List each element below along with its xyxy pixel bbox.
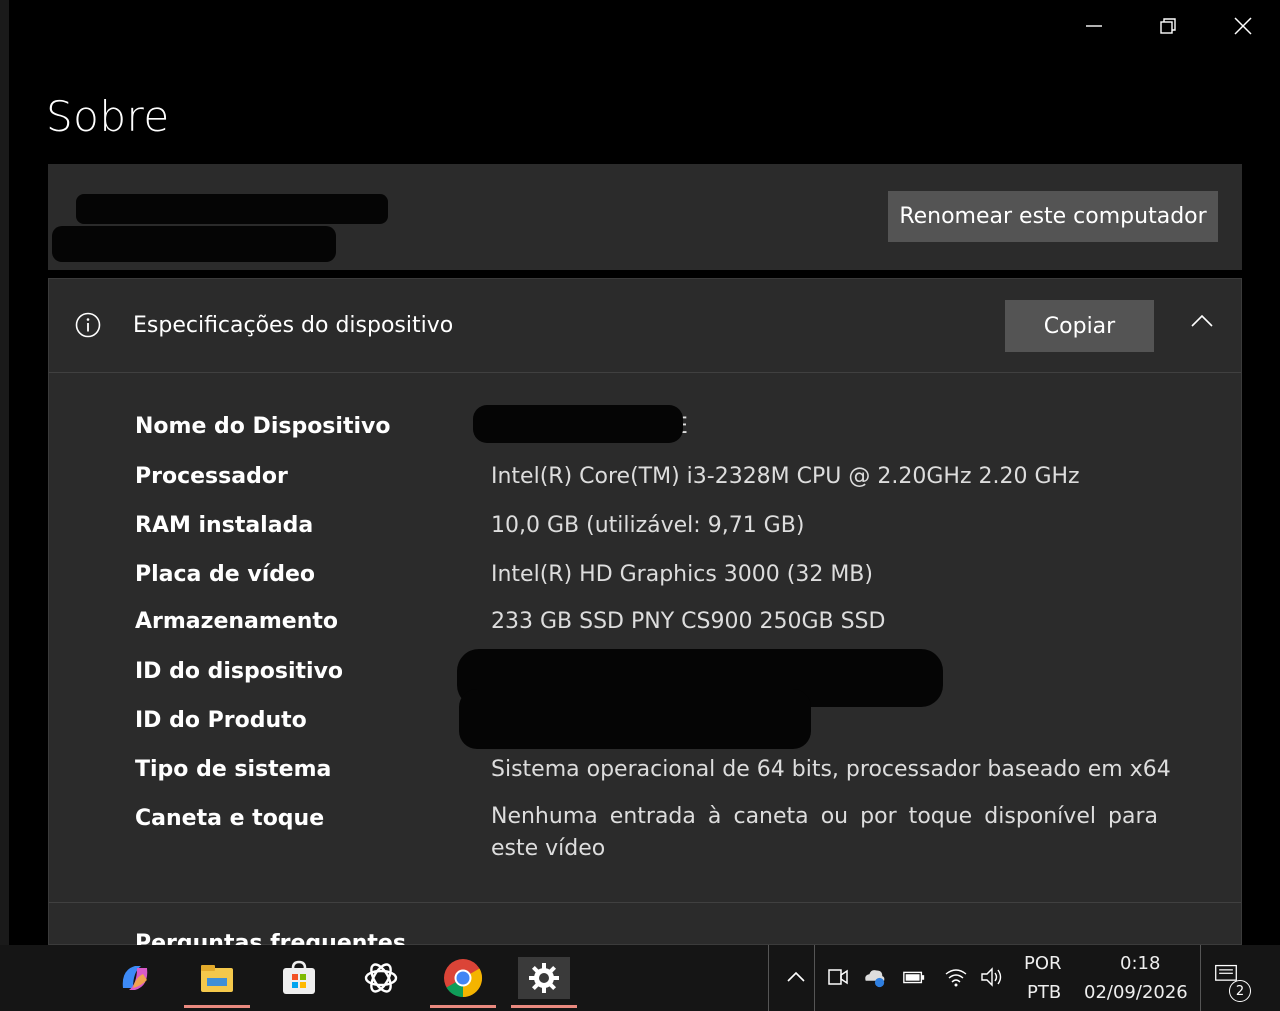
- notification-count-badge: 2: [1229, 980, 1251, 1002]
- active-app-indicator: [430, 1005, 496, 1008]
- spec-value-storage: 233 GB SSD PNY CS900 250GB SSD: [491, 609, 886, 634]
- minimize-icon: [1086, 25, 1102, 27]
- close-button[interactable]: [1225, 10, 1261, 42]
- redaction-mark: [76, 194, 388, 224]
- rename-computer-button[interactable]: Renomear este computador: [888, 191, 1218, 242]
- spec-label-device-name: Nome do Dispositivo: [135, 414, 391, 439]
- divider: [814, 945, 815, 1011]
- language-indicator-top[interactable]: POR: [1024, 953, 1062, 974]
- tray-volume[interactable]: [980, 965, 1004, 989]
- divider: [768, 945, 769, 1011]
- page-title: Sobre: [46, 92, 170, 141]
- active-app-indicator: [184, 1005, 250, 1008]
- taskbar-app-copilot[interactable]: [114, 957, 156, 999]
- redaction-mark: [459, 689, 811, 749]
- device-specifications-card: Especificações do dispositivo Copiar Nom…: [48, 278, 1242, 956]
- spec-label-storage: Armazenamento: [135, 609, 339, 634]
- clock-date[interactable]: 02/09/2026: [1084, 982, 1188, 1003]
- battery-icon: [903, 971, 925, 984]
- spec-label-ram: RAM instalada: [135, 513, 314, 538]
- redaction-mark: [473, 405, 683, 443]
- specifications-title: Especificações do dispositivo: [133, 313, 454, 338]
- spec-value-pen-touch: Nenhuma entrada à caneta ou por toque di…: [491, 804, 1158, 861]
- taskbar-app-file-explorer[interactable]: [184, 957, 250, 1008]
- file-explorer-icon: [201, 965, 233, 992]
- spec-value-processor: Intel(R) Core(TM) i3-2328M CPU @ 2.20GHz…: [491, 464, 1080, 489]
- spec-label-processor: Processador: [135, 464, 288, 489]
- redaction-mark: [52, 226, 336, 262]
- wifi-icon: [945, 969, 967, 987]
- spec-label-product-id: ID do Produto: [135, 708, 307, 733]
- spec-label-device-id: ID do dispositivo: [135, 659, 344, 684]
- clock-time[interactable]: 0:18: [1120, 953, 1160, 974]
- restore-icon: [1160, 18, 1176, 34]
- microsoft-store-icon: [283, 960, 315, 994]
- spec-value-graphics: Intel(R) HD Graphics 3000 (32 MB): [491, 562, 873, 587]
- tray-battery[interactable]: [902, 965, 926, 989]
- divider: [49, 902, 1241, 903]
- tray-onedrive[interactable]: [862, 965, 886, 989]
- chatgpt-icon: [364, 963, 398, 993]
- tray-meet-now[interactable]: [826, 965, 850, 989]
- speaker-icon: [981, 967, 1002, 987]
- copilot-icon: [122, 966, 148, 990]
- tray-wifi[interactable]: [944, 965, 968, 989]
- language-indicator-bottom[interactable]: PTB: [1027, 982, 1061, 1003]
- spec-label-graphics: Placa de vídeo: [135, 562, 316, 587]
- taskbar-app-settings[interactable]: [511, 957, 577, 1008]
- taskbar: POR PTB 0:18 02/09/2026 2: [0, 945, 1280, 1011]
- taskbar-app-store[interactable]: [278, 957, 320, 999]
- copy-button[interactable]: Copiar: [1005, 300, 1154, 352]
- taskbar-app-chatgpt[interactable]: [360, 957, 402, 999]
- info-icon: [75, 312, 101, 338]
- taskbar-app-chrome[interactable]: [430, 957, 496, 1008]
- camera-icon: [828, 969, 848, 985]
- spec-label-system-type: Tipo de sistema: [135, 757, 332, 782]
- spec-label-pen-touch: Caneta e toque: [135, 806, 325, 831]
- spec-value-ram: 10,0 GB (utilizável: 9,71 GB): [491, 513, 805, 538]
- show-hidden-icons-button[interactable]: [784, 965, 808, 989]
- restore-button[interactable]: [1150, 10, 1186, 42]
- close-icon: [1234, 17, 1252, 35]
- chrome-icon: [444, 959, 483, 998]
- active-app-indicator: [511, 1005, 577, 1008]
- window-left-edge: [0, 0, 9, 945]
- divider: [1200, 945, 1201, 1011]
- onedrive-icon: [865, 970, 885, 988]
- specifications-header[interactable]: Especificações do dispositivo Copiar: [49, 279, 1241, 373]
- chevron-up-icon[interactable]: [1189, 309, 1215, 335]
- chevron-up-icon: [787, 971, 805, 982]
- settings-icon: [529, 963, 559, 993]
- spec-value-system-type: Sistema operacional de 64 bits, processa…: [491, 757, 1171, 782]
- minimize-button[interactable]: [1076, 10, 1112, 42]
